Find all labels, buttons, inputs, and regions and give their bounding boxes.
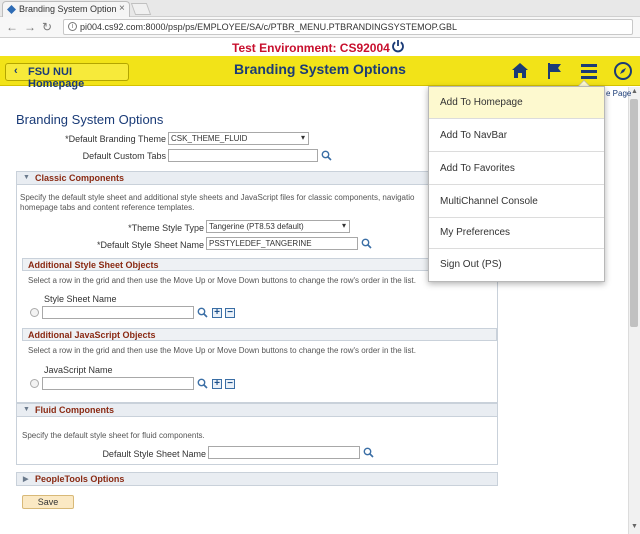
add-row-button[interactable]: + <box>212 379 222 389</box>
classic-components-header[interactable]: ▼ Classic Components <box>16 171 498 185</box>
page-favicon-icon <box>7 5 16 14</box>
add-row-button[interactable]: + <box>212 308 222 318</box>
environment-banner: Test Environment: CS92004 <box>0 38 640 56</box>
browser-tab[interactable]: Branding System Option × <box>2 1 130 17</box>
lookup-search-icon[interactable] <box>361 238 372 249</box>
collapse-triangle-icon: ▼ <box>23 174 30 181</box>
actions-dropdown-menu: Add To Homepage Add To NavBar Add To Fav… <box>428 86 605 282</box>
fluid-style-sheet-input[interactable] <box>208 446 360 459</box>
menu-item-my-preferences[interactable]: My Preferences <box>429 217 604 249</box>
forward-arrow-icon[interactable]: → <box>24 20 36 34</box>
default-theme-select[interactable]: CSK_THEME_FLUID ▾ <box>168 132 309 145</box>
theme-style-type-value: Tangerine (PT8.53 default) <box>209 222 304 231</box>
additional-style-sheets-header: Additional Style Sheet Objects <box>22 258 497 271</box>
tab-title: Branding System Option <box>19 4 117 14</box>
fluid-style-sheet-label: Default Style Sheet Name <box>102 449 206 459</box>
collapse-triangle-icon: ▼ <box>23 406 30 413</box>
scroll-down-icon[interactable]: ▼ <box>631 523 638 530</box>
javascript-name-column: JavaScript Name <box>44 365 113 375</box>
dropdown-arrow-icon: ▾ <box>341 221 346 230</box>
additional-javascript-desc: Select a row in the grid and then use th… <box>28 346 416 355</box>
style-sheet-row-radio[interactable] <box>30 308 39 317</box>
default-theme-value: CSK_THEME_FLUID <box>171 134 248 143</box>
additional-javascript-header: Additional JavaScript Objects <box>22 328 497 341</box>
address-bar[interactable]: i pi004.cs92.com:8000/psp/ps/EMPLOYEE/SA… <box>63 19 633 35</box>
form-heading: Branding System Options <box>16 112 164 127</box>
lookup-search-icon[interactable] <box>197 378 208 389</box>
menu-item-sign-out[interactable]: Sign Out (PS) <box>429 249 604 281</box>
default-tabs-input[interactable] <box>168 149 318 162</box>
default-theme-label: *Default Branding Theme <box>65 134 166 144</box>
reload-icon[interactable]: ↻ <box>42 20 52 34</box>
peopletools-options-header[interactable]: ▶ PeopleTools Options <box>16 472 498 486</box>
default-style-sheet-input[interactable]: PSSTYLEDEF_TANGERINE <box>206 237 358 250</box>
style-sheet-name-column: Style Sheet Name <box>44 294 117 304</box>
actions-menu-icon[interactable] <box>578 60 600 82</box>
menu-item-multichannel-console[interactable]: MultiChannel Console <box>429 186 604 218</box>
flag-icon[interactable] <box>544 60 566 82</box>
default-tabs-label: Default Custom Tabs <box>82 151 166 161</box>
javascript-name-input[interactable] <box>42 377 194 390</box>
home-icon[interactable] <box>509 60 531 82</box>
lookup-search-icon[interactable] <box>321 150 332 161</box>
additional-style-sheets-desc: Select a row in the grid and then use th… <box>28 276 416 285</box>
fluid-components-title: Fluid Components <box>35 405 114 415</box>
default-style-sheet-label: *Default Style Sheet Name <box>96 240 204 250</box>
power-icon[interactable] <box>391 39 405 53</box>
chevron-left-icon: ‹ <box>14 65 18 77</box>
back-arrow-icon[interactable]: ← <box>6 20 18 34</box>
page-title: Branding System Options <box>234 61 406 77</box>
browser-tabstrip: Branding System Option × <box>0 0 640 17</box>
classic-components-title: Classic Components <box>35 173 125 183</box>
theme-style-type-select[interactable]: Tangerine (PT8.53 default) ▾ <box>206 220 350 233</box>
peopletools-options-title: PeopleTools Options <box>35 474 125 484</box>
classic-description-line2: homepage tabs and content reference temp… <box>20 203 195 212</box>
delete-row-button[interactable]: − <box>225 308 235 318</box>
tab-close-icon[interactable]: × <box>119 3 125 14</box>
browser-toolbar: ← → ↻ i pi004.cs92.com:8000/psp/ps/EMPLO… <box>0 17 640 38</box>
menu-item-add-to-homepage[interactable]: Add To Homepage <box>429 87 604 119</box>
menu-item-add-to-navbar[interactable]: Add To NavBar <box>429 120 604 152</box>
menu-item-add-to-favorites[interactable]: Add To Favorites <box>429 153 604 185</box>
lookup-search-icon[interactable] <box>197 307 208 318</box>
new-tab-button[interactable] <box>130 3 152 15</box>
expand-triangle-icon: ▶ <box>23 476 29 483</box>
fluid-description: Specify the default style sheet for flui… <box>22 431 205 440</box>
site-info-icon[interactable]: i <box>68 22 77 31</box>
home-back-button[interactable]: ‹ FSU NUI Homepage <box>5 63 129 90</box>
address-url: pi004.cs92.com:8000/psp/ps/EMPLOYEE/SA/c… <box>80 22 457 32</box>
lookup-search-icon[interactable] <box>363 447 374 458</box>
scrollbar-thumb[interactable] <box>630 99 638 327</box>
environment-label: Test Environment: CS92004 <box>232 41 390 55</box>
theme-style-type-label: *Theme Style Type <box>128 223 204 233</box>
save-button[interactable]: Save <box>22 495 74 509</box>
scroll-up-icon[interactable]: ▲ <box>631 88 638 95</box>
dropdown-arrow-icon: ▾ <box>300 133 305 142</box>
javascript-row-radio[interactable] <box>30 379 39 388</box>
navigator-compass-icon[interactable] <box>612 60 634 82</box>
style-sheet-name-input[interactable] <box>42 306 194 319</box>
delete-row-button[interactable]: − <box>225 379 235 389</box>
help-link[interactable]: e Page <box>606 89 631 98</box>
classic-description-line1: Specify the default style sheet and addi… <box>20 193 415 202</box>
fluid-components-header[interactable]: ▼ Fluid Components <box>16 403 498 417</box>
